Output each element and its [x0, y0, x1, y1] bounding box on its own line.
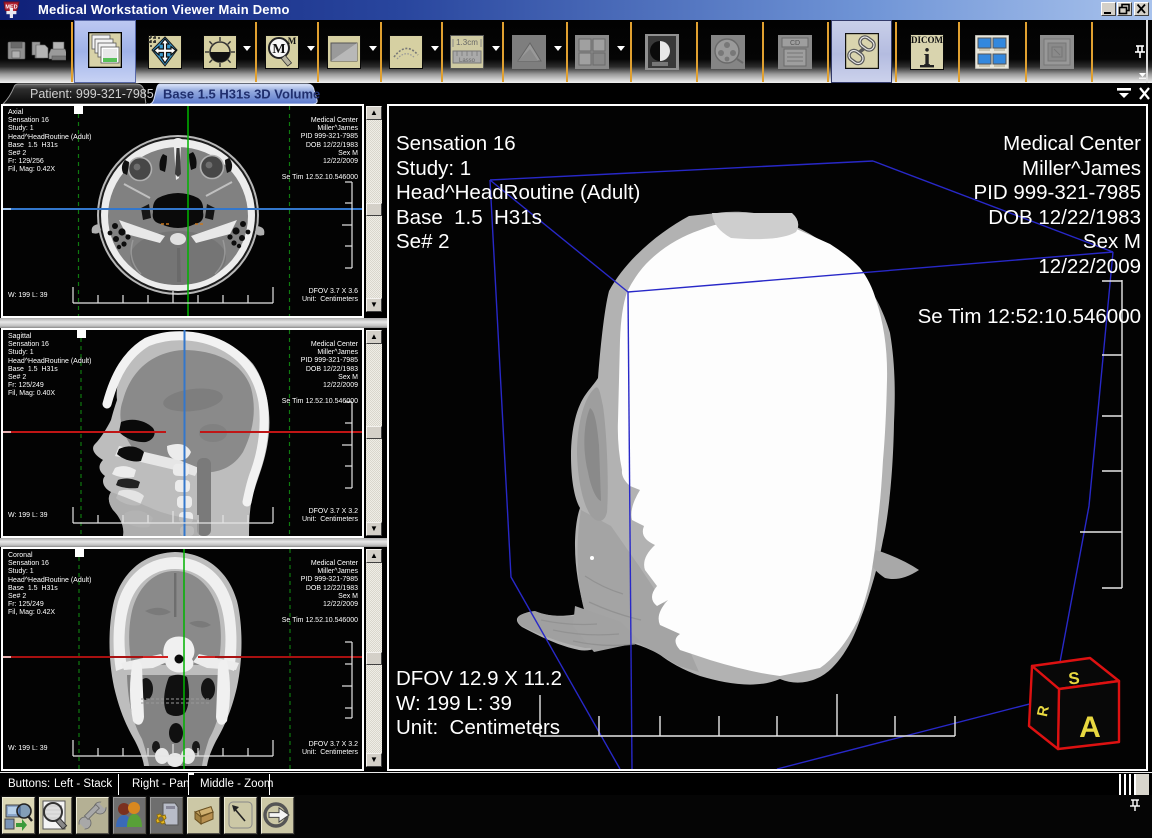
svg-text:M: M: [288, 36, 297, 46]
svg-text:Patient: 999-321-7985: Patient: 999-321-7985: [30, 87, 154, 101]
svg-text:Base 1.5 H31s 3D Volume: Base 1.5 H31s 3D Volume: [163, 87, 320, 102]
svg-text:MED: MED: [5, 5, 17, 11]
svg-text:A: A: [1079, 711, 1101, 744]
svg-text:M: M: [272, 42, 285, 57]
svg-text:DICOM: DICOM: [911, 35, 944, 45]
svg-text:Lasso: Lasso: [459, 58, 476, 64]
svg-text:S: S: [1068, 669, 1081, 689]
svg-text:1.3cm: 1.3cm: [456, 38, 478, 47]
svg-text:CD: CD: [790, 40, 800, 47]
